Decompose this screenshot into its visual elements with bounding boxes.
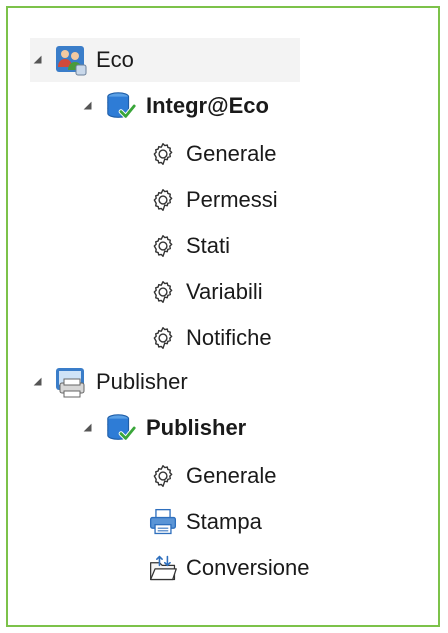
node-label-publisher: Publisher — [96, 369, 188, 394]
conversion-folder-icon — [148, 553, 178, 583]
tree-node-permessi[interactable]: Permessi — [148, 178, 278, 222]
gear-icon — [148, 277, 178, 307]
expand-arrow-icon[interactable] — [30, 374, 46, 390]
gear-icon — [148, 139, 178, 169]
tree-node-stampa[interactable]: Stampa — [148, 500, 262, 544]
gear-icon — [148, 185, 178, 215]
node-label-generale: Generale — [186, 141, 277, 166]
node-label-stati: Stati — [186, 233, 231, 258]
node-label-conversione: Conversione — [186, 555, 310, 580]
node-label-permessi: Permessi — [186, 187, 278, 212]
tree-panel: Eco Integr@Eco Generale Permessi Stati V… — [6, 6, 440, 627]
node-label-notifiche: Notifiche — [186, 325, 272, 350]
database-check-icon — [104, 411, 138, 445]
tree-node-eco[interactable]: Eco — [30, 38, 300, 82]
tree-node-integreco[interactable]: Integr@Eco — [80, 84, 269, 128]
tree-node-publisher[interactable]: Publisher — [30, 360, 188, 404]
gear-icon — [148, 461, 178, 491]
expand-arrow-icon[interactable] — [80, 420, 96, 436]
node-label-eco: Eco — [96, 47, 134, 72]
node-label-publisher-db: Publisher — [146, 415, 247, 440]
expand-arrow-icon[interactable] — [80, 98, 96, 114]
gear-icon — [148, 231, 178, 261]
node-label-pub-generale: Generale — [186, 463, 277, 488]
tree-node-pub-generale[interactable]: Generale — [148, 454, 277, 498]
node-label-variabili: Variabili — [186, 279, 263, 304]
tree-node-notifiche[interactable]: Notifiche — [148, 316, 272, 360]
tree-node-generale[interactable]: Generale — [148, 132, 277, 176]
users-group-icon — [54, 43, 88, 77]
printer-computer-icon — [54, 365, 88, 399]
node-label-stampa: Stampa — [186, 509, 262, 534]
tree-node-conversione[interactable]: Conversione — [148, 546, 310, 590]
printer-icon — [148, 507, 178, 537]
tree-node-stati[interactable]: Stati — [148, 224, 230, 268]
gear-icon — [148, 323, 178, 353]
expand-arrow-icon[interactable] — [30, 52, 46, 68]
tree-node-publisher-db[interactable]: Publisher — [80, 406, 246, 450]
node-label-integreco: Integr@Eco — [146, 93, 269, 118]
tree-node-variabili[interactable]: Variabili — [148, 270, 263, 314]
database-check-icon — [104, 89, 138, 123]
